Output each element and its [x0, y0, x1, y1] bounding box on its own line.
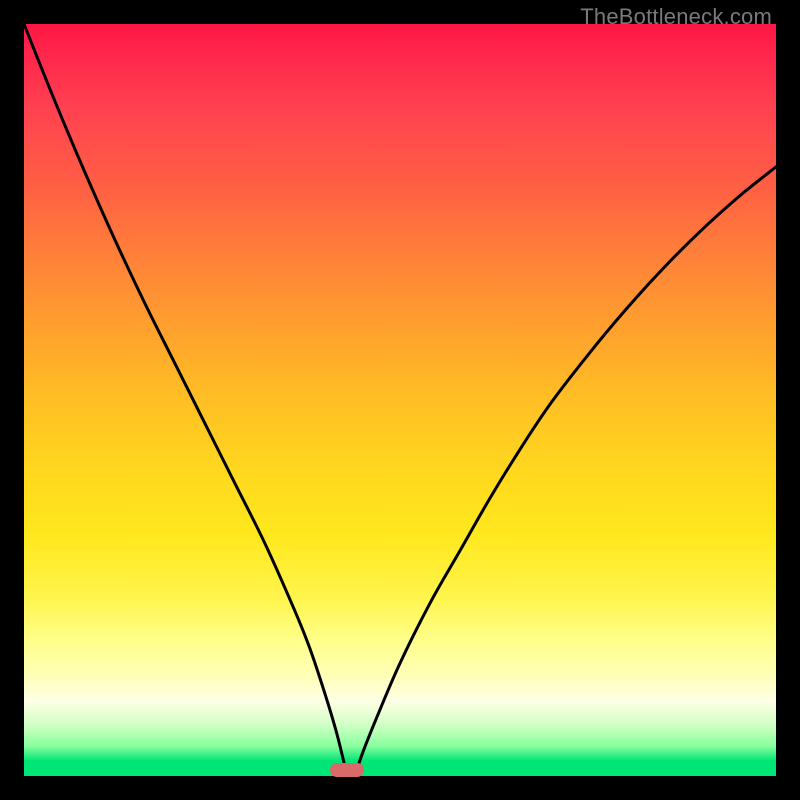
bottleneck-curve [24, 24, 776, 776]
curve-left-branch [24, 24, 347, 776]
optimal-marker [330, 763, 364, 777]
watermark-text: TheBottleneck.com [580, 4, 772, 30]
chart-plot-area [24, 24, 776, 776]
curve-right-branch [355, 167, 776, 776]
